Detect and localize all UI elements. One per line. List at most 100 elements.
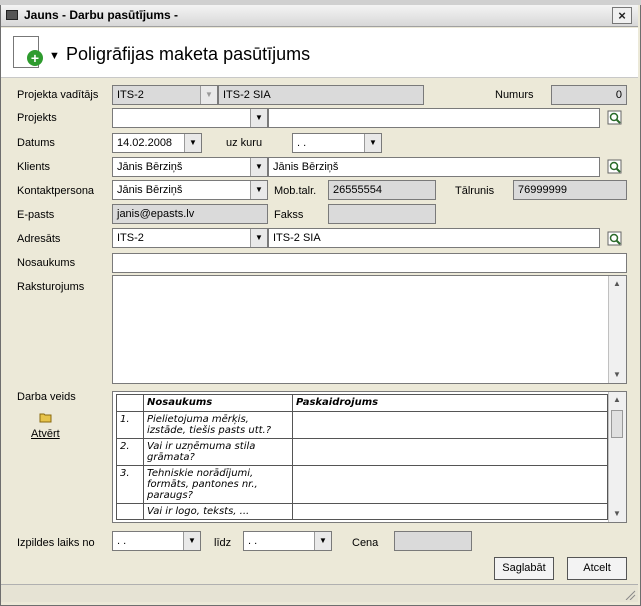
phone-label: Tālrunis bbox=[455, 185, 495, 197]
work-type-table: Nosaukums Paskaidrojums 1. Pielietojuma … bbox=[116, 394, 608, 520]
addressee-name-field[interactable]: ITS-2 SIA bbox=[268, 228, 600, 248]
cancel-button[interactable]: Atcelt bbox=[567, 557, 627, 580]
work-type-grid: Nosaukums Paskaidrojums 1. Pielietojuma … bbox=[112, 391, 627, 523]
project-label: Projekts bbox=[17, 112, 57, 124]
resize-grip-icon[interactable] bbox=[624, 590, 636, 600]
table-header-row: Nosaukums Paskaidrojums bbox=[116, 394, 608, 412]
to-which-date-value: . . bbox=[297, 137, 307, 149]
plus-icon[interactable]: + bbox=[27, 50, 43, 66]
table-row[interactable]: 3. Tehniskie norādījumi, formāts, panton… bbox=[116, 465, 608, 504]
chevron-down-icon[interactable]: ▼ bbox=[183, 532, 200, 550]
fax-label: Fakss bbox=[274, 209, 304, 221]
window-icon bbox=[6, 10, 18, 20]
addressee-code: ITS-2 bbox=[117, 232, 144, 244]
scroll-up-icon[interactable]: ▲ bbox=[609, 276, 625, 292]
chevron-down-icon[interactable]: ▼ bbox=[250, 229, 267, 247]
row-number: 1. bbox=[116, 411, 144, 439]
execution-from-field[interactable]: . . ▼ bbox=[112, 531, 201, 551]
row-explanation[interactable] bbox=[292, 411, 608, 439]
work-type-label: Darba veids bbox=[17, 391, 76, 403]
row-name[interactable]: Vai ir logo, teksts, ... bbox=[143, 503, 293, 520]
row-explanation[interactable] bbox=[292, 465, 608, 504]
email-label: E-pasts bbox=[17, 209, 55, 221]
page-title: Poligrāfijas maketa pasūtījums bbox=[66, 44, 311, 64]
client-name-field[interactable]: Jānis Bērziņš bbox=[268, 157, 600, 177]
row-number: 2. bbox=[116, 438, 144, 466]
client-select[interactable]: Jānis Bērziņš ▼ bbox=[112, 157, 268, 177]
mobile-phone-field: 26555554 bbox=[328, 180, 436, 200]
scroll-up-icon[interactable]: ▲ bbox=[609, 392, 625, 408]
column-header-name[interactable]: Nosaukums bbox=[143, 394, 293, 412]
row-explanation[interactable] bbox=[292, 503, 608, 520]
chevron-down-icon: ▼ bbox=[200, 86, 217, 104]
project-manager-label: Projekta vadītājs bbox=[17, 89, 99, 101]
project-manager-name: ITS-2 SIA bbox=[218, 85, 424, 105]
name-field[interactable] bbox=[112, 253, 627, 273]
fax-field bbox=[328, 204, 436, 224]
description-label: Raksturojums bbox=[17, 281, 85, 293]
chevron-down-icon[interactable]: ▼ bbox=[250, 158, 267, 176]
price-label: Cena bbox=[352, 537, 379, 549]
row-name[interactable]: Pielietojuma mērķis, izstāde, tiešis pas… bbox=[143, 411, 293, 439]
name-label: Nosaukums bbox=[17, 257, 76, 269]
price-field bbox=[394, 531, 472, 551]
number-field: 0 bbox=[551, 85, 627, 105]
to-which-label: uz kuru bbox=[226, 137, 263, 149]
lookup-icon[interactable] bbox=[607, 110, 623, 126]
email-field: janis@epasts.lv bbox=[112, 204, 268, 224]
description-textarea[interactable]: ▲ ▼ bbox=[112, 275, 627, 384]
project-name-field[interactable] bbox=[268, 108, 600, 128]
number-label: Numurs bbox=[495, 89, 534, 101]
close-button[interactable]: × bbox=[612, 7, 632, 24]
open-link[interactable]: Atvērt bbox=[31, 428, 60, 440]
lookup-icon[interactable] bbox=[607, 159, 623, 175]
menu-arrow-icon[interactable]: ▼ bbox=[49, 50, 60, 62]
date-label: Datums bbox=[17, 137, 55, 149]
chevron-down-icon[interactable]: ▼ bbox=[250, 181, 267, 199]
status-bar bbox=[1, 584, 638, 602]
column-header-number bbox=[116, 394, 144, 412]
row-number: 3. bbox=[116, 465, 144, 504]
project-manager-select: ITS-2 ▼ bbox=[112, 85, 218, 105]
row-explanation[interactable] bbox=[292, 438, 608, 466]
addressee-select[interactable]: ITS-2 ▼ bbox=[112, 228, 268, 248]
chevron-down-icon[interactable]: ▼ bbox=[184, 134, 201, 152]
lookup-icon[interactable] bbox=[607, 231, 623, 247]
execution-from-value: . . bbox=[117, 535, 127, 547]
client-value: Jānis Bērziņš bbox=[117, 161, 183, 173]
folder-open-icon[interactable] bbox=[39, 412, 53, 423]
project-manager-code: ITS-2 bbox=[117, 89, 144, 101]
to-which-date-field[interactable]: . . ▼ bbox=[292, 133, 382, 153]
date-value: 14.02.2008 bbox=[117, 137, 173, 149]
scroll-thumb[interactable] bbox=[611, 410, 623, 438]
contact-person-select[interactable]: Jānis Bērziņš ▼ bbox=[112, 180, 268, 200]
execution-to-value: . . bbox=[248, 535, 258, 547]
contact-person-label: Kontaktpersona bbox=[17, 185, 95, 197]
chevron-down-icon[interactable]: ▼ bbox=[364, 134, 381, 152]
execution-to-field[interactable]: . . ▼ bbox=[243, 531, 332, 551]
mobile-phone-label: Mob.talr. bbox=[274, 185, 317, 197]
until-label: līdz bbox=[214, 537, 232, 549]
table-row[interactable]: 1. Pielietojuma mērķis, izstāde, tiešis … bbox=[116, 411, 608, 439]
date-field[interactable]: 14.02.2008 ▼ bbox=[112, 133, 202, 153]
client-label: Klients bbox=[17, 161, 51, 173]
execution-time-label: Izpildes laiks no bbox=[17, 537, 95, 549]
table-row[interactable]: Vai ir logo, teksts, ... bbox=[116, 503, 608, 520]
save-button[interactable]: Saglabāt bbox=[494, 557, 554, 580]
addressee-label: Adresāts bbox=[17, 233, 61, 245]
grid-scrollbar[interactable]: ▲ ▼ bbox=[608, 392, 626, 522]
chevron-down-icon[interactable]: ▼ bbox=[250, 109, 267, 127]
phone-field: 76999999 bbox=[513, 180, 627, 200]
scroll-down-icon[interactable]: ▼ bbox=[609, 367, 625, 383]
scroll-down-icon[interactable]: ▼ bbox=[609, 506, 625, 522]
column-header-explanation[interactable]: Paskaidrojums bbox=[292, 394, 608, 412]
row-name[interactable]: Tehniskie norādījumi, formāts, pantones … bbox=[143, 465, 293, 504]
description-scrollbar[interactable]: ▲ ▼ bbox=[608, 276, 626, 383]
project-select[interactable]: ▼ bbox=[112, 108, 268, 128]
row-name[interactable]: Vai ir uzņēmuma stila grāmata? bbox=[143, 438, 293, 466]
table-row[interactable]: 2. Vai ir uzņēmuma stila grāmata? bbox=[116, 438, 608, 466]
window-title: Jauns - Darbu pasūtījums - bbox=[24, 8, 179, 22]
contact-person-value: Jānis Bērziņš bbox=[117, 184, 183, 196]
chevron-down-icon[interactable]: ▼ bbox=[314, 532, 331, 550]
row-number bbox=[116, 503, 144, 520]
